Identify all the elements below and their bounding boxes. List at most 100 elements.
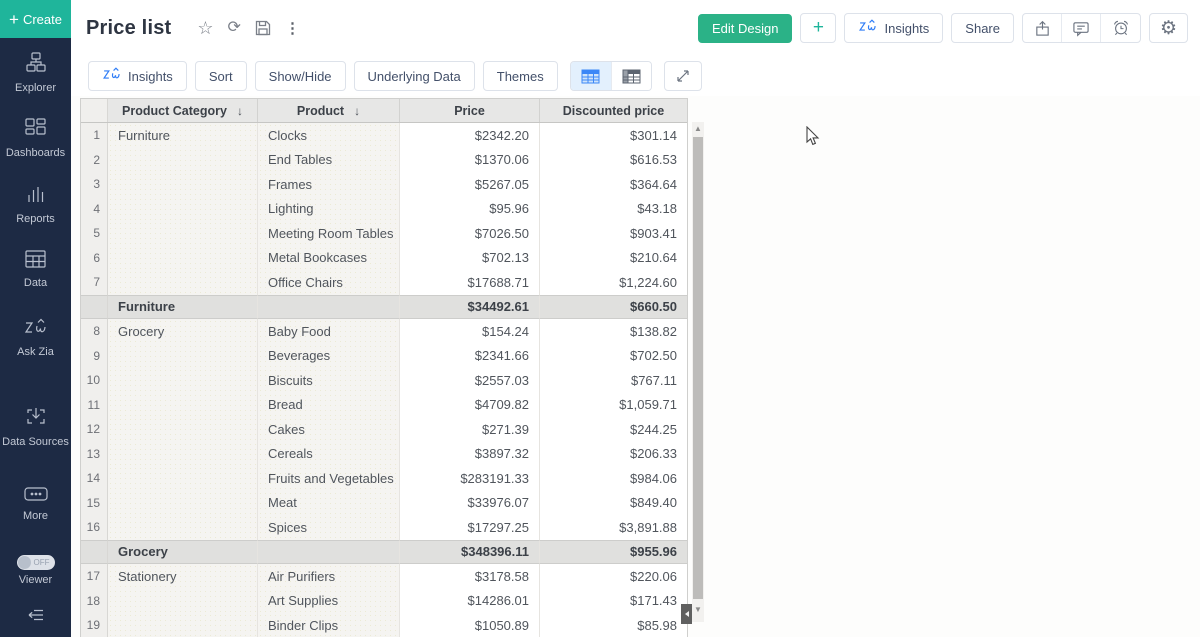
category-cell xyxy=(108,491,258,516)
column-header-category[interactable]: Product Category ↓ xyxy=(108,99,258,122)
sidebar-item-data[interactable]: Data xyxy=(0,250,71,290)
table-row: 9Beverages$2341.66$702.50 xyxy=(81,344,687,369)
table-row: 17StationeryAir Purifiers$3178.58$220.06 xyxy=(81,564,687,589)
refresh-icon[interactable]: ⟳ xyxy=(228,20,241,36)
price-cell: $3897.32 xyxy=(400,442,540,467)
product-cell: Binder Clips xyxy=(258,613,400,637)
create-button[interactable]: + Create xyxy=(0,0,71,38)
row-number: 4 xyxy=(81,197,108,222)
sort-button[interactable]: Sort xyxy=(195,61,247,91)
alerts-button[interactable] xyxy=(1101,14,1140,42)
sort-desc-icon[interactable]: ↓ xyxy=(237,104,243,118)
row-number: 1 xyxy=(81,123,108,148)
pivot-view-button[interactable] xyxy=(611,62,651,90)
settings-button[interactable]: ⚙ xyxy=(1149,13,1188,43)
view-toggle-group xyxy=(570,61,652,91)
sidebar-item-label: Ask Zia xyxy=(0,346,71,359)
table-view-button[interactable] xyxy=(571,62,611,90)
show-hide-button[interactable]: Show/Hide xyxy=(255,61,346,91)
scroll-grip[interactable] xyxy=(681,604,692,624)
product-cell: Metal Bookcases xyxy=(258,246,400,271)
discounted-price-cell: $660.50 xyxy=(540,295,687,320)
zia-icon xyxy=(858,19,878,37)
price-cell: $1050.89 xyxy=(400,613,540,637)
scroll-left-icon xyxy=(685,611,689,617)
price-cell: $283191.33 xyxy=(400,466,540,491)
summary-row: Furniture$34492.61$660.50 xyxy=(81,295,687,320)
column-header-product[interactable]: Product ↓ xyxy=(258,99,400,122)
product-cell: Beverages xyxy=(258,344,400,369)
comments-button[interactable] xyxy=(1062,14,1101,42)
viewer-toggle[interactable]: OFF xyxy=(17,555,55,570)
plus-icon: + xyxy=(9,11,19,28)
more-options-icon[interactable]: ⋮ xyxy=(285,19,300,37)
discounted-price-cell: $903.41 xyxy=(540,221,687,246)
product-cell: Frames xyxy=(258,172,400,197)
row-number: 11 xyxy=(81,393,108,418)
more-icon xyxy=(24,488,48,505)
sort-desc-icon[interactable]: ↓ xyxy=(354,104,360,118)
discounted-price-cell: $849.40 xyxy=(540,491,687,516)
export-button[interactable] xyxy=(1023,14,1062,42)
discounted-price-cell: $702.50 xyxy=(540,344,687,369)
insights-button[interactable]: Insights xyxy=(844,13,943,43)
table-view-icon xyxy=(581,69,600,84)
explorer-icon xyxy=(25,60,47,77)
sidebar-item-label: Reports xyxy=(0,213,71,226)
favorite-star-icon[interactable]: ☆ xyxy=(197,19,213,37)
main-area: Price list ☆ ⟳ ⋮ Edit Design + Insights xyxy=(71,0,1200,637)
price-cell: $702.13 xyxy=(400,246,540,271)
category-cell: Stationery xyxy=(108,564,258,589)
row-number: 8 xyxy=(81,319,108,344)
table-row: 16Spices$17297.25$3,891.88 xyxy=(81,515,687,540)
sidebar-item-label: Data Sources xyxy=(0,436,71,449)
category-cell xyxy=(108,368,258,393)
sidebar-item-reports[interactable]: Reports xyxy=(0,186,71,226)
underlying-data-button[interactable]: Underlying Data xyxy=(354,61,475,91)
viewer-toggle-item: OFF Viewer xyxy=(0,555,71,587)
data-icon xyxy=(25,255,46,272)
edit-design-button[interactable]: Edit Design xyxy=(698,14,792,43)
product-cell xyxy=(258,295,400,320)
save-icon[interactable] xyxy=(255,20,271,36)
discounted-price-cell: $210.64 xyxy=(540,246,687,271)
add-view-button[interactable]: + xyxy=(800,13,836,43)
sidebar-item-explorer[interactable]: Explorer xyxy=(0,52,71,95)
collapse-view-button[interactable] xyxy=(664,61,702,91)
table-row: 12Cakes$271.39$244.25 xyxy=(81,417,687,442)
vertical-scrollbar[interactable]: ▲ ▼ xyxy=(692,122,704,622)
row-number-header xyxy=(81,99,108,122)
row-number: 15 xyxy=(81,491,108,516)
column-header-discounted[interactable]: Discounted price xyxy=(540,99,687,122)
discounted-price-cell: $616.53 xyxy=(540,148,687,173)
product-cell: Meeting Room Tables xyxy=(258,221,400,246)
sidebar-item-more[interactable]: More xyxy=(0,487,71,523)
themes-button[interactable]: Themes xyxy=(483,61,558,91)
column-header-price[interactable]: Price xyxy=(400,99,540,122)
price-cell: $17297.25 xyxy=(400,515,540,540)
ask-zia-icon xyxy=(24,324,48,341)
category-cell xyxy=(108,393,258,418)
product-cell: Meat xyxy=(258,491,400,516)
discounted-price-cell: $364.64 xyxy=(540,172,687,197)
table-header-row: Product Category ↓ Product ↓ Price Disco… xyxy=(81,99,687,123)
product-cell: Cereals xyxy=(258,442,400,467)
discounted-price-cell: $171.43 xyxy=(540,589,687,614)
category-cell xyxy=(108,172,258,197)
scrollbar-thumb[interactable] xyxy=(693,137,703,599)
scroll-up-icon[interactable]: ▲ xyxy=(692,122,704,135)
price-cell: $271.39 xyxy=(400,417,540,442)
sidebar-collapse-button[interactable] xyxy=(0,607,71,628)
sidebar-item-ask-zia[interactable]: Ask Zia xyxy=(0,318,71,359)
row-number: 10 xyxy=(81,368,108,393)
scroll-down-icon[interactable]: ▼ xyxy=(692,603,704,616)
sidebar-item-data-sources[interactable]: Data Sources xyxy=(0,405,71,449)
price-cell: $17688.71 xyxy=(400,270,540,295)
share-button[interactable]: Share xyxy=(951,13,1014,43)
discounted-price-cell: $244.25 xyxy=(540,417,687,442)
sidebar-item-label: Dashboards xyxy=(0,147,71,160)
product-cell: Spices xyxy=(258,515,400,540)
viewer-toggle-state: OFF xyxy=(34,558,50,567)
sidebar-item-dashboards[interactable]: Dashboards xyxy=(0,118,71,160)
toolbar-insights-button[interactable]: Insights xyxy=(88,61,187,91)
